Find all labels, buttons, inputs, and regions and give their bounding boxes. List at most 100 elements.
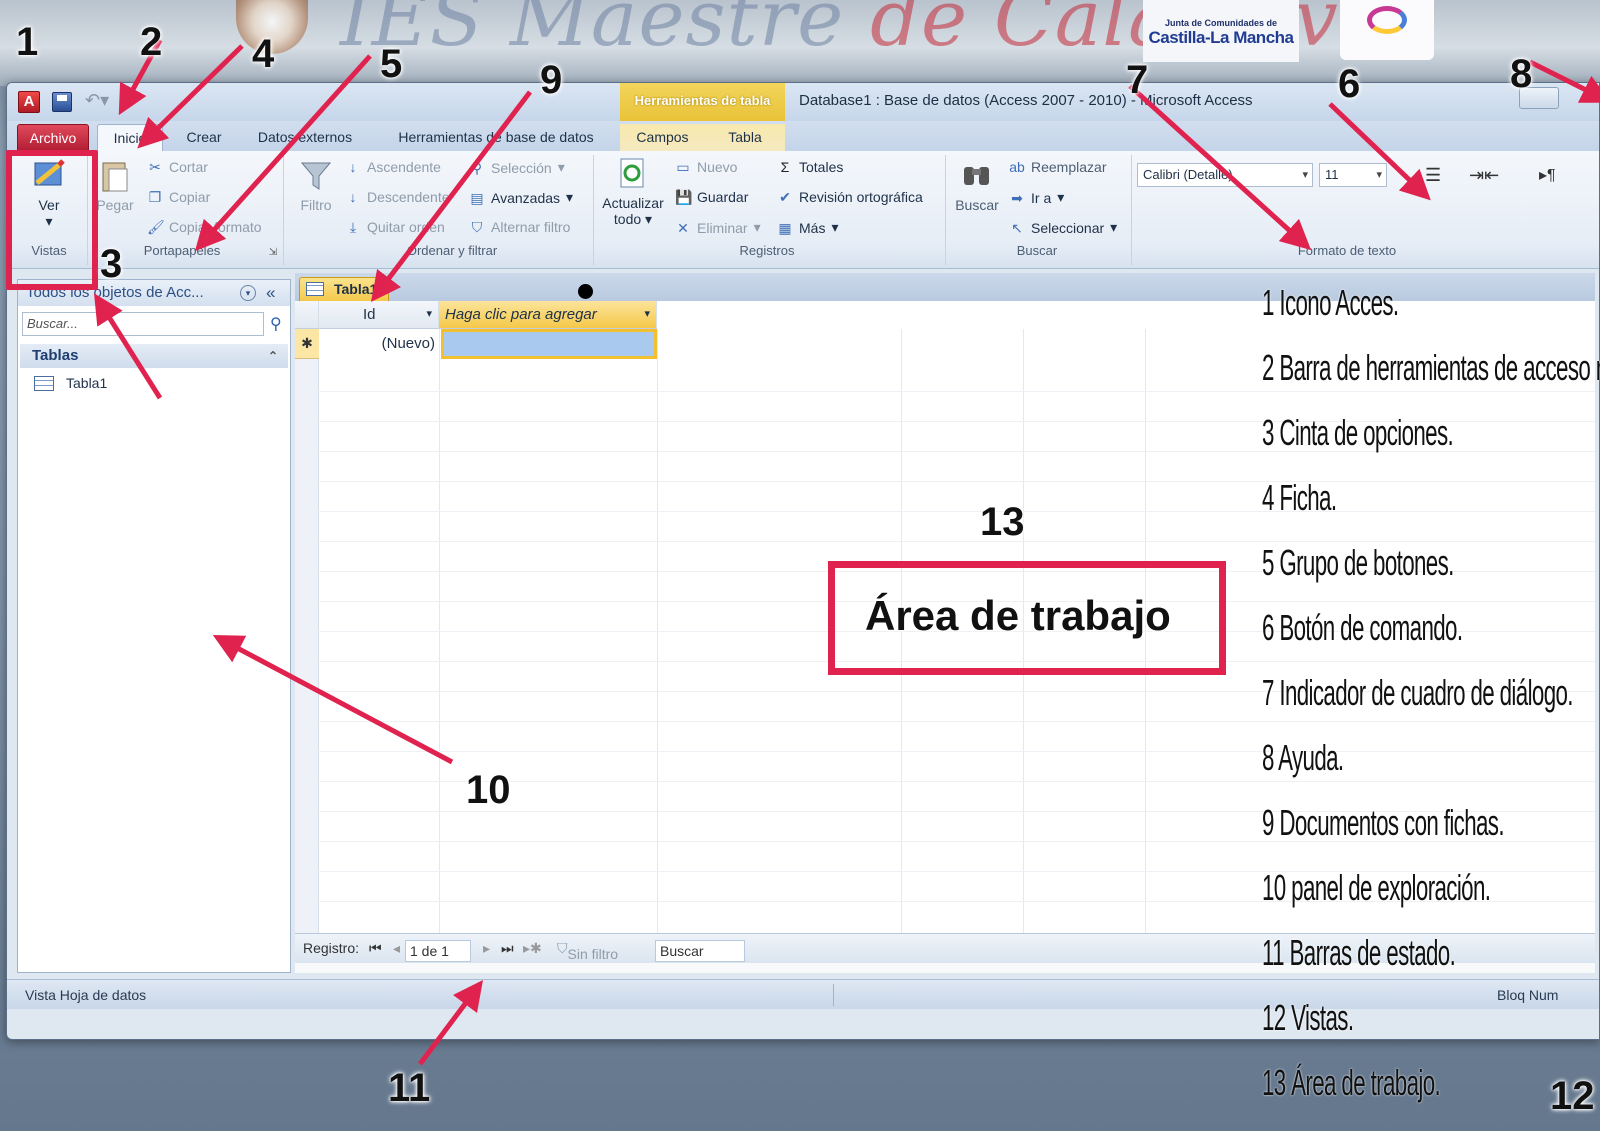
list-icon[interactable]: ☰: [1425, 165, 1441, 186]
spellcheck-icon: ✔: [779, 189, 791, 205]
font-size-dropdown[interactable]: 11: [1319, 163, 1387, 187]
group-label-ordenar: Ordenar y filtrar: [406, 243, 498, 258]
annotation-number-1: 1: [16, 20, 39, 64]
record-position-field[interactable]: 1 de 1: [405, 940, 471, 962]
select-all-corner[interactable]: [295, 301, 319, 329]
font-name-dropdown[interactable]: Calibri (Detalle): [1137, 163, 1313, 187]
filtro-button[interactable]: Filtro: [291, 157, 341, 213]
tab-herramientas-bd[interactable]: Herramientas de base de datos: [385, 124, 607, 151]
tab-archivo[interactable]: Archivo: [17, 124, 89, 151]
new-record-nav-icon[interactable]: ▸✱: [523, 940, 542, 957]
sigma-icon: Σ: [780, 159, 790, 175]
toggle-filter-icon: ⛉: [471, 219, 483, 235]
filter-icon: [300, 162, 332, 190]
legend-item: 1 Icono Acces.: [1262, 282, 1399, 323]
group-label-portapapeles: Portapapeles: [143, 243, 221, 258]
collapse-group-icon[interactable]: ⌃: [268, 344, 278, 368]
guardar-button[interactable]: 💾 Guardar: [675, 189, 748, 205]
annotation-number-5: 5: [380, 42, 403, 86]
annotation-number-13: 13: [980, 500, 1025, 544]
nav-search-input[interactable]: Buscar...: [22, 312, 264, 336]
tab-datos-externos[interactable]: Datos externos: [247, 124, 363, 151]
record-search-input[interactable]: Buscar: [655, 940, 745, 962]
next-record-icon[interactable]: ▸: [483, 940, 490, 957]
cell-new-field[interactable]: [441, 329, 657, 359]
annotation-number-4: 4: [252, 32, 275, 76]
document-tab-tabla1[interactable]: Tabla1: [299, 277, 389, 301]
tab-crear[interactable]: Crear: [173, 124, 235, 151]
pegar-button[interactable]: Pegar: [93, 157, 137, 213]
clear-sort-icon: ⤓: [349, 219, 357, 235]
new-record-icon: ▭: [676, 159, 690, 175]
group-label-buscar: Buscar: [1016, 243, 1058, 258]
group-label-registros: Registros: [739, 243, 795, 258]
access-app-icon[interactable]: A: [18, 91, 40, 113]
mas-button[interactable]: ▦ Más ▾: [777, 219, 838, 236]
indent-icon[interactable]: ⇥⇤: [1469, 165, 1499, 186]
work-area-label: Área de trabajo: [865, 592, 1171, 639]
totales-button[interactable]: Σ Totales: [777, 159, 844, 175]
seleccion-button[interactable]: ⚲ Selección ▾: [469, 159, 565, 176]
reemplazar-button[interactable]: ab Reemplazar: [1009, 159, 1106, 175]
column-header-id[interactable]: Id ▾: [319, 301, 439, 329]
first-record-icon[interactable]: ⏮: [369, 940, 382, 957]
annotation-legend: 1 Icono Acces. 2 Barra de herramientas d…: [1262, 282, 1600, 1128]
ascendente-button[interactable]: ↓ Ascendente: [345, 159, 441, 175]
annotation-number-9: 9: [540, 58, 563, 102]
eliminar-button[interactable]: ✕ Eliminar ▾: [675, 219, 760, 236]
search-icon[interactable]: ⚲: [270, 314, 282, 333]
quitar-orden-button[interactable]: ⤓ Quitar orden: [345, 219, 445, 235]
nav-item-tabla1[interactable]: Tabla1: [34, 372, 107, 394]
dialog-launcher-icon[interactable]: ⇲: [265, 245, 281, 261]
last-record-icon[interactable]: ⏭: [501, 940, 514, 957]
table-icon: [34, 375, 54, 391]
cell-new-id[interactable]: (Nuevo): [319, 329, 439, 359]
paragraph-direction-icon[interactable]: ▸¶: [1539, 165, 1556, 185]
redo-icon[interactable]: ↷: [125, 90, 140, 111]
legend-item: 6 Botón de comando.: [1262, 607, 1463, 648]
new-record-selector[interactable]: ✱: [295, 329, 319, 359]
copiar-button[interactable]: ❐ Copiar: [147, 189, 211, 205]
legend-item: 12 Vistas.: [1262, 997, 1354, 1038]
go-to-arrow-icon: ➡: [1011, 189, 1023, 206]
status-view-label: Vista Hoja de datos: [25, 987, 147, 1003]
table-icon: [306, 282, 324, 296]
save-icon[interactable]: [52, 92, 72, 112]
annotation-number-7: 7: [1126, 58, 1149, 102]
alternar-filtro-button[interactable]: ⛉ Alternar filtro: [469, 219, 571, 235]
tab-campos[interactable]: Campos: [620, 124, 705, 151]
column-header-add[interactable]: Haga clic para agregar ▾: [439, 301, 657, 329]
nav-group-tablas[interactable]: Tablas ⌃: [20, 344, 288, 368]
format-painter-icon: 🖌: [147, 219, 165, 235]
cortar-button[interactable]: ✂ Cortar: [147, 159, 208, 175]
legend-item: 4 Ficha.: [1262, 477, 1337, 518]
cursor-icon: ↖: [1011, 219, 1023, 236]
descendente-button[interactable]: ↓ Descendente: [345, 189, 450, 205]
revision-ortografica-button[interactable]: ✔ Revisión ortográfica: [777, 189, 923, 205]
seleccionar-button[interactable]: ↖ Seleccionar ▾: [1009, 219, 1117, 236]
actualizar-todo-button[interactable]: Actualizar todo ▾: [599, 155, 667, 228]
legend-item: 10 panel de exploración.: [1262, 867, 1491, 908]
annotation-number-8: 8: [1510, 52, 1533, 96]
prev-record-icon[interactable]: ◂: [393, 940, 400, 957]
copiar-formato-button[interactable]: 🖌 Copiar formato: [147, 219, 262, 235]
legend-item: 7 Indicador de cuadro de diálogo.: [1262, 672, 1573, 713]
annotation-number-6: 6: [1338, 62, 1361, 106]
annotation-number-2: 2: [140, 20, 163, 64]
cursor-dot: [578, 284, 593, 299]
sort-asc-icon: ↓: [349, 159, 357, 175]
delete-icon: ✕: [677, 219, 689, 236]
ir-a-button[interactable]: ➡ Ir a ▾: [1009, 189, 1064, 206]
filter-status[interactable]: ⛉ Sin filtro: [557, 940, 618, 962]
legend-item: 8 Ayuda.: [1262, 737, 1344, 778]
tab-tabla[interactable]: Tabla: [705, 124, 785, 151]
nuevo-button[interactable]: ▭ Nuevo: [675, 159, 737, 175]
selection-filter-icon: ⚲: [471, 159, 483, 176]
buscar-button[interactable]: Buscar: [951, 157, 1003, 213]
paste-icon: [102, 162, 128, 192]
tab-inicio[interactable]: Inicio: [97, 124, 163, 151]
undo-icon[interactable]: ↶▾: [85, 90, 109, 111]
collapse-pane-icon[interactable]: «: [266, 280, 275, 306]
nav-dropdown-icon[interactable]: ▾: [240, 285, 256, 301]
avanzadas-button[interactable]: ▤ Avanzadas ▾: [469, 189, 573, 206]
